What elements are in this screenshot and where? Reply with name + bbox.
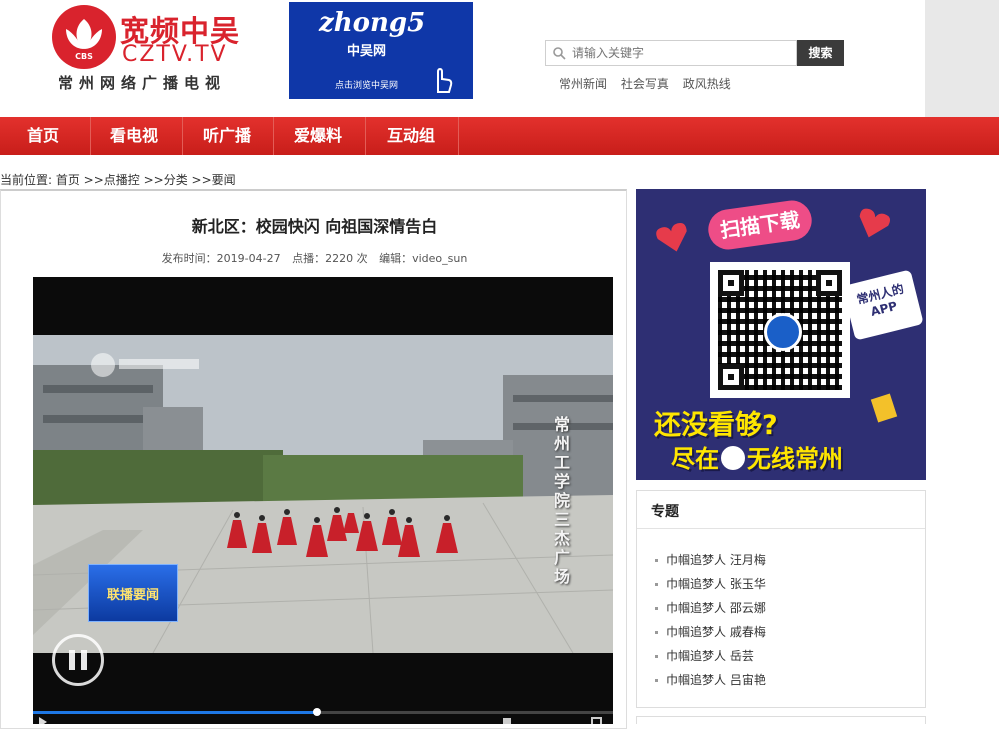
sticky-note-icon	[870, 393, 898, 423]
nav-divider	[273, 117, 274, 155]
pause-bar	[81, 650, 87, 670]
topic-link[interactable]: 巾帼追梦人 邵云娜	[655, 599, 766, 616]
cztv-logo-icon[interactable]: CBS	[52, 5, 116, 69]
ad-footer: 尽在 无线常州	[671, 439, 843, 474]
ad-headline: 还没看够?	[654, 410, 778, 441]
ad-footer-left: 尽在	[671, 445, 719, 473]
video-progress-fill	[33, 711, 318, 714]
nav-divider	[182, 117, 183, 155]
bullet-icon	[655, 679, 658, 682]
lower-third-label: 联播要闻	[106, 588, 159, 603]
header-side-strip	[925, 0, 999, 117]
logo-domain[interactable]: CZTV.TV	[122, 42, 228, 67]
pause-icon[interactable]	[52, 634, 104, 686]
video-player[interactable]: 常州工学院三杰广场 联播要闻	[33, 277, 613, 724]
nav-divider	[458, 117, 459, 155]
topics-title: 专题	[651, 504, 679, 520]
nav-divider	[365, 117, 366, 155]
volume-icon[interactable]	[503, 718, 511, 724]
banner-site-name: 中吴网	[347, 44, 387, 59]
nav-item-radio[interactable]: 听广播	[203, 117, 251, 155]
pause-bar	[69, 650, 75, 670]
qr-logo-icon	[764, 313, 802, 351]
breadcrumb[interactable]: 当前位置: 首页 >>点播控 >>分类 >>要闻	[0, 171, 236, 188]
topic-label[interactable]: 巾帼追梦人 岳芸	[666, 649, 754, 663]
topic-label[interactable]: 巾帼追梦人 戚春梅	[666, 625, 766, 639]
hot-links: 常州新闻 社会写真 政风热线	[559, 75, 741, 92]
search-button[interactable]: 搜索	[797, 40, 844, 66]
qr-finder	[718, 364, 744, 390]
search-input[interactable]	[572, 44, 792, 62]
nav-item-tipoff[interactable]: 爱爆料	[294, 117, 342, 155]
app-download-ad[interactable]: 扫描下载 常州人的APP 还没看够? 尽在 无线常州	[636, 189, 926, 480]
topic-label[interactable]: 巾帼追梦人 邵云娜	[666, 601, 766, 615]
logo-tagline: 常州网络广播电视	[58, 74, 227, 92]
nav-item-tv[interactable]: 看电视	[110, 117, 158, 155]
ad-footer-right: 无线常州	[747, 445, 843, 473]
topic-link[interactable]: 巾帼追梦人 汪月梅	[655, 551, 766, 568]
banner-cta-text: 点击浏览中吴网	[335, 81, 399, 91]
heart-icon	[859, 208, 891, 238]
hot-link-news[interactable]: 常州新闻	[559, 77, 607, 91]
topic-label[interactable]: 巾帼追梦人 张玉华	[666, 577, 766, 591]
app-bubble-text: 常州人的APP	[855, 281, 906, 319]
bullet-icon	[655, 559, 658, 562]
cbs-logo-icon	[721, 446, 745, 470]
topic-link[interactable]: 巾帼追梦人 吕宙艳	[655, 671, 766, 688]
scan-download-tag: 扫描下载	[705, 197, 815, 253]
publish-time: 发布时间：2019-04-27	[161, 252, 281, 265]
topics-header: 专题	[637, 491, 925, 529]
video-scrub-handle[interactable]	[313, 708, 322, 716]
editor-name: 编辑：video_sun	[379, 252, 468, 265]
qr-code	[710, 262, 850, 398]
article-meta: 发布时间：2019-04-27 点播：2220 次 编辑：video_sun	[1, 250, 628, 266]
bullet-icon	[655, 607, 658, 610]
topic-link[interactable]: 巾帼追梦人 戚春梅	[655, 623, 766, 640]
qr-finder	[718, 270, 744, 296]
app-speech-bubble: 常州人的APP	[842, 269, 924, 341]
hot-link-society[interactable]: 社会写真	[621, 77, 669, 91]
fullscreen-icon[interactable]	[591, 717, 602, 724]
site-header: CBS 宽频中吴 CZTV.TV 常州网络广播电视 zhong5 中吴网 点击浏…	[0, 0, 999, 117]
bullet-icon	[655, 655, 658, 658]
page-title: 新北区：校园快闪 向祖国深情告白	[191, 217, 438, 236]
video-progress-bar[interactable]	[33, 711, 613, 714]
topic-label[interactable]: 巾帼追梦人 吕宙艳	[666, 673, 766, 687]
main-nav: 首页 看电视 听广播 爱爆料 互动组	[0, 117, 999, 155]
topic-link[interactable]: 巾帼追梦人 岳芸	[655, 647, 754, 664]
search-icon	[553, 47, 566, 60]
nav-divider	[90, 117, 91, 155]
nav-item-home[interactable]: 首页	[27, 117, 59, 155]
zhongwu-banner-ad[interactable]: zhong5 中吴网 点击浏览中吴网	[289, 2, 473, 99]
pointer-hand-icon	[437, 67, 453, 93]
next-panel-edge	[636, 716, 926, 724]
nav-item-interactive[interactable]: 互动组	[387, 117, 435, 155]
heart-icon	[656, 222, 687, 252]
logo-badge-text: CBS	[75, 52, 93, 61]
bullet-icon	[655, 583, 658, 586]
bullet-icon	[655, 631, 658, 634]
video-location-caption: 常州工学院三杰广场	[553, 415, 570, 586]
banner-script-logo: zhong5	[319, 8, 426, 38]
play-icon[interactable]	[39, 717, 47, 724]
news-lower-third: 联播要闻	[88, 564, 178, 622]
hot-link-politics[interactable]: 政风热线	[683, 77, 731, 91]
topic-label[interactable]: 巾帼追梦人 汪月梅	[666, 553, 766, 567]
topic-link[interactable]: 巾帼追梦人 张玉华	[655, 575, 766, 592]
qr-finder	[816, 270, 842, 296]
play-count: 点播：2220 次	[292, 252, 368, 265]
search-bar	[545, 40, 797, 66]
topics-panel: 专题 巾帼追梦人 汪月梅 巾帼追梦人 张玉华 巾帼追梦人 邵云娜 巾帼追梦人 戚…	[636, 490, 926, 708]
